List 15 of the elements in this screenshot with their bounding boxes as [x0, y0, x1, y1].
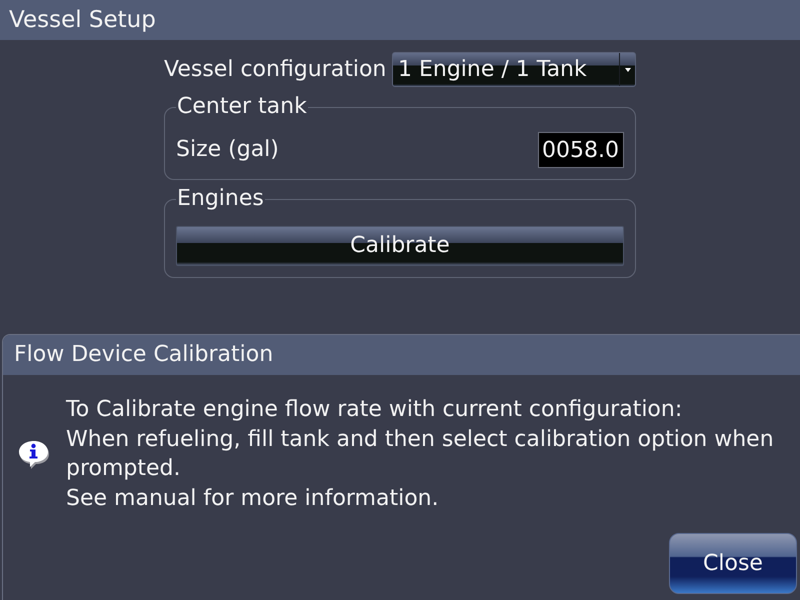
dialog-title: Flow Device Calibration [14, 344, 274, 366]
configuration-dropdown[interactable]: 1 Engine / 1 Tank [392, 52, 636, 87]
window-title: Vessel Setup [9, 8, 156, 32]
message-text: To Calibrate engine flow rate with current configuration: [66, 396, 684, 424]
close-button[interactable]: Close [669, 533, 797, 594]
group-title: Engines [176, 186, 265, 212]
message-text: See manual for more information. [66, 484, 440, 512]
calibrate-button[interactable]: Calibrate [176, 226, 624, 266]
message-text: When refueling, fill tank and then select calibration option when prompted. [66, 426, 775, 483]
size-input[interactable]: 0058.0 [538, 132, 624, 168]
size-label: Size (gal) [176, 139, 279, 161]
configuration-label: Vessel configuration [164, 58, 386, 80]
group-title: Center tank [176, 94, 308, 120]
info-icon [18, 439, 50, 469]
caret-icon [624, 68, 630, 72]
